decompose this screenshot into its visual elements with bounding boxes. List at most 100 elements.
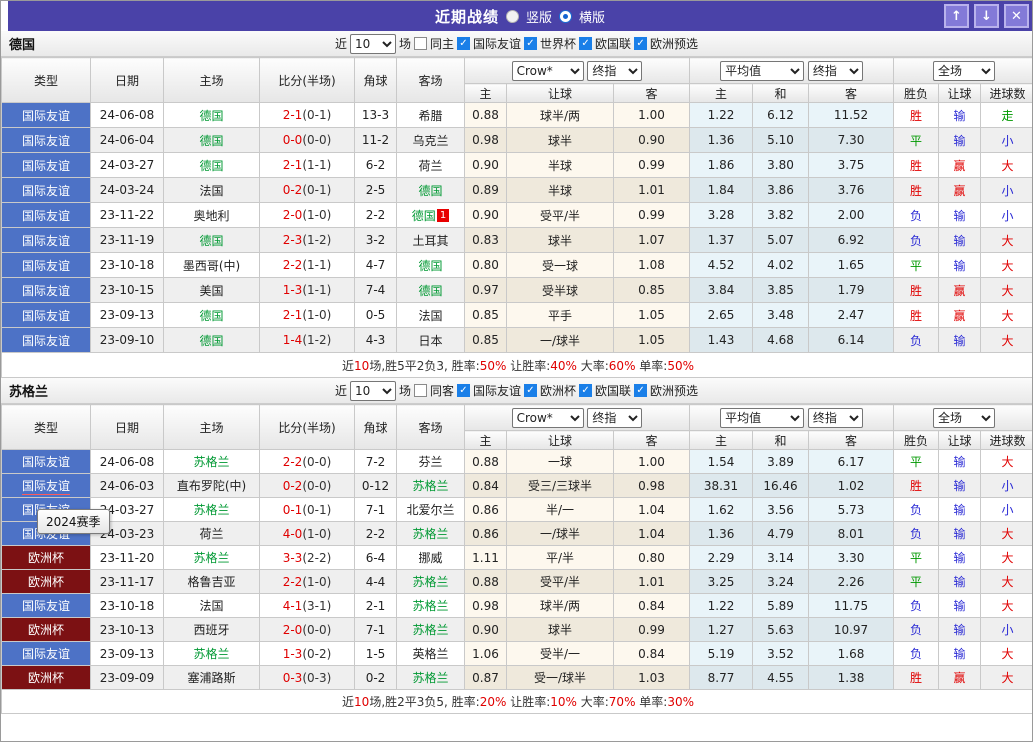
away-team-name[interactable]: 苏格兰 [412,671,448,685]
away-team-name[interactable]: 苏格兰 [412,527,448,541]
competition-checkbox-1[interactable]: ✓ [524,384,537,397]
away-team-name[interactable]: 德国 [412,209,436,223]
home-team-name[interactable]: 荷兰 [199,527,223,541]
company-away-odds: 1.07 [614,228,690,253]
league-type-cell[interactable]: 国际友谊 [2,253,91,278]
match-row: 国际友谊24-06-08苏格兰2-2(0-0)7-2芬兰0.88一球1.001.… [2,450,1033,474]
league-type-cell[interactable]: 国际友谊 [2,203,91,228]
home-team-name[interactable]: 苏格兰 [193,647,229,661]
home-team-name[interactable]: 德国 [199,134,223,148]
average-select[interactable]: 平均值 [720,408,804,428]
home-team-name[interactable]: 西班牙 [193,623,229,637]
league-type-cell[interactable]: 国际友谊 [2,303,91,328]
competition-checkbox-3[interactable]: ✓ [634,384,647,397]
competition-checkbox-2[interactable]: ✓ [579,37,592,50]
home-team-name[interactable]: 格鲁吉亚 [187,575,235,589]
scope-select[interactable]: 全场 [933,408,995,428]
league-type-cell[interactable]: 国际友谊 [2,474,91,498]
company-select[interactable]: Crow* [512,61,584,81]
league-type-cell[interactable]: 国际友谊 [2,153,91,178]
avg-home-odds: 1.84 [690,178,753,203]
away-team-cell: 苏格兰 [397,666,465,690]
average-select[interactable]: 平均值 [720,61,804,81]
summary-text: 场,胜2平3负5, 胜率: [369,695,479,709]
league-type-cell[interactable]: 国际友谊 [2,328,91,353]
league-type-cell[interactable]: 国际友谊 [2,450,91,474]
scope-select[interactable]: 全场 [933,61,995,81]
avg-away-odds: 3.76 [809,178,894,203]
home-team-name[interactable]: 法国 [199,184,223,198]
away-team-name[interactable]: 荷兰 [418,159,442,173]
home-team-name[interactable]: 直布罗陀(中) [177,479,246,493]
competition-checkbox-3[interactable]: ✓ [634,37,647,50]
league-type-cell[interactable]: 国际友谊 [2,178,91,203]
home-team-name[interactable]: 奥地利 [193,209,229,223]
league-type-cell[interactable]: 国际友谊 [2,103,91,128]
move-up-button[interactable]: ↑ [944,4,969,28]
average-final-select[interactable]: 终指 [808,408,863,428]
away-team-name[interactable]: 挪威 [418,551,442,565]
home-team-name[interactable]: 苏格兰 [193,551,229,565]
away-team-name[interactable]: 德国 [418,184,442,198]
away-team-name[interactable]: 苏格兰 [412,479,448,493]
competition-checkbox-1[interactable]: ✓ [524,37,537,50]
home-team-name[interactable]: 苏格兰 [193,455,229,469]
home-team-name[interactable]: 德国 [199,109,223,123]
home-team-name[interactable]: 德国 [199,309,223,323]
home-team-name[interactable]: 德国 [199,234,223,248]
move-down-button[interactable]: ↓ [974,4,999,28]
home-team-name[interactable]: 法国 [199,599,223,613]
average-final-select[interactable]: 终指 [808,61,863,81]
away-team-cell: 乌克兰 [397,128,465,153]
away-team-name[interactable]: 苏格兰 [412,575,448,589]
fulltime-score: 0-2 [283,183,303,197]
league-type-cell[interactable]: 国际友谊 [2,228,91,253]
company-select[interactable]: Crow* [512,408,584,428]
league-type-cell[interactable]: 欧洲杯 [2,546,91,570]
league-type-cell[interactable]: 欧洲杯 [2,666,91,690]
company-handicap: 平/半 [507,546,614,570]
home-team-name[interactable]: 墨西哥(中) [183,259,240,273]
same-venue-checkbox[interactable] [414,384,427,397]
recent-count-select[interactable]: 10 [350,381,396,401]
same-venue-checkbox[interactable] [414,37,427,50]
away-team-name[interactable]: 法国 [418,309,442,323]
home-team-name[interactable]: 德国 [199,159,223,173]
company-away-odds: 0.90 [614,128,690,153]
away-team-name[interactable]: 芬兰 [418,455,442,469]
avg-draw-odds: 4.79 [753,522,809,546]
away-team-name[interactable]: 希腊 [418,109,442,123]
away-team-name[interactable]: 英格兰 [412,647,448,661]
home-team-name[interactable]: 塞浦路斯 [187,671,235,685]
away-team-name[interactable]: 苏格兰 [412,599,448,613]
away-team-name[interactable]: 苏格兰 [412,623,448,637]
halftime-score: (0-1) [302,503,331,517]
away-team-name[interactable]: 北爱尔兰 [406,503,454,517]
avg-draw-odds: 5.63 [753,618,809,642]
league-type-cell[interactable]: 国际友谊 [2,642,91,666]
home-team-name[interactable]: 德国 [199,334,223,348]
competition-checkbox-0[interactable]: ✓ [457,37,470,50]
league-type-cell[interactable]: 国际友谊 [2,128,91,153]
recent-count-select[interactable]: 10 [350,34,396,54]
away-team-name[interactable]: 乌克兰 [412,134,448,148]
horizontal-layout-radio[interactable] [559,10,572,23]
fulltime-score: 0-2 [283,479,303,493]
league-type-cell[interactable]: 国际友谊 [2,594,91,618]
date-cell: 23-09-13 [91,642,164,666]
away-team-name[interactable]: 德国 [418,284,442,298]
competition-checkbox-2[interactable]: ✓ [579,384,592,397]
close-button[interactable]: ✕ [1004,4,1029,28]
away-team-name[interactable]: 德国 [418,259,442,273]
away-team-name[interactable]: 土耳其 [412,234,448,248]
home-team-name[interactable]: 美国 [199,284,223,298]
company-final-select[interactable]: 终指 [587,61,642,81]
league-type-cell[interactable]: 欧洲杯 [2,570,91,594]
competition-checkbox-0[interactable]: ✓ [457,384,470,397]
league-type-cell[interactable]: 国际友谊 [2,278,91,303]
away-team-name[interactable]: 日本 [418,334,442,348]
home-team-name[interactable]: 苏格兰 [193,503,229,517]
company-final-select[interactable]: 终指 [587,408,642,428]
league-type-cell[interactable]: 欧洲杯 [2,618,91,642]
vertical-layout-radio[interactable] [506,10,519,23]
